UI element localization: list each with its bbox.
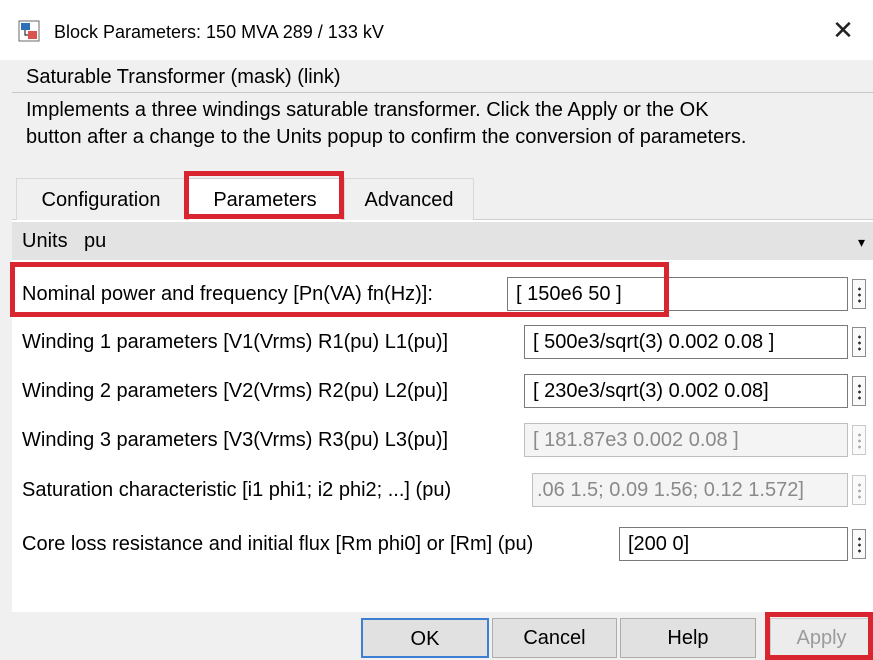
- title-bar: Block Parameters: 150 MVA 289 / 133 kV ✕: [0, 0, 873, 60]
- help-button[interactable]: Help: [620, 618, 756, 658]
- core-loss-input[interactable]: [200 0]: [619, 527, 848, 561]
- saturation-menu-button: [852, 475, 866, 505]
- param-label-winding-2: Winding 2 parameters [V2(Vrms) R2(pu) L2…: [22, 380, 449, 402]
- description-line: Implements a three windings saturable tr…: [26, 99, 709, 121]
- mask-type-label: Saturable Transformer (mask) (link): [26, 66, 341, 88]
- units-label: Units: [22, 230, 68, 252]
- vertical-ellipsis-icon: [858, 482, 861, 499]
- description-line: button after a change to the Units popup…: [26, 126, 747, 148]
- window-title: Block Parameters: 150 MVA 289 / 133 kV: [54, 22, 384, 42]
- block-description: Implements a three windings saturable tr…: [26, 97, 871, 151]
- saturation-input: .06 1.5; 0.09 1.56; 0.12 1.572]: [532, 473, 848, 507]
- vertical-ellipsis-icon: [858, 334, 861, 351]
- highlight-box-apply: [765, 612, 873, 660]
- cancel-button[interactable]: Cancel: [492, 618, 617, 658]
- chevron-down-icon: ▾: [857, 234, 865, 250]
- core-loss-menu-button[interactable]: [852, 529, 866, 559]
- tab-advanced[interactable]: Advanced: [344, 178, 474, 220]
- winding-3-input: [ 181.87e3 0.002 0.08 ]: [524, 423, 848, 457]
- vertical-ellipsis-icon: [858, 536, 861, 553]
- ok-button[interactable]: OK: [361, 618, 489, 658]
- tab-bar: Configuration Parameters Advanced: [16, 178, 873, 220]
- vertical-ellipsis-icon: [858, 383, 861, 400]
- simulink-block-icon: [18, 20, 40, 42]
- units-dropdown[interactable]: Units pu ▾: [12, 222, 873, 260]
- param-label-winding-1: Winding 1 parameters [V1(Vrms) R1(pu) L1…: [22, 331, 449, 353]
- param-label-core-loss: Core loss resistance and initial flux [R…: [22, 533, 534, 555]
- close-icon[interactable]: ✕: [827, 14, 859, 46]
- units-value: pu: [84, 230, 107, 252]
- param-label-saturation: Saturation characteristic [i1 phi1; i2 p…: [22, 479, 452, 501]
- vertical-ellipsis-icon: [858, 286, 861, 303]
- winding-1-menu-button[interactable]: [852, 327, 866, 357]
- tab-configuration[interactable]: Configuration: [16, 178, 186, 220]
- winding-1-input[interactable]: [ 500e3/sqrt(3) 0.002 0.08 ]: [524, 325, 848, 359]
- vertical-ellipsis-icon: [858, 432, 861, 449]
- winding-2-menu-button[interactable]: [852, 376, 866, 406]
- winding-2-input[interactable]: [ 230e3/sqrt(3) 0.002 0.08]: [524, 374, 848, 408]
- header-divider: [12, 92, 873, 93]
- param-label-winding-3: Winding 3 parameters [V3(Vrms) R3(pu) L3…: [22, 429, 449, 451]
- highlight-box-parameters-tab: [184, 171, 344, 219]
- winding-3-menu-button: [852, 425, 866, 455]
- highlight-box-nominal-power: [10, 262, 669, 317]
- nominal-power-menu-button[interactable]: [852, 279, 866, 309]
